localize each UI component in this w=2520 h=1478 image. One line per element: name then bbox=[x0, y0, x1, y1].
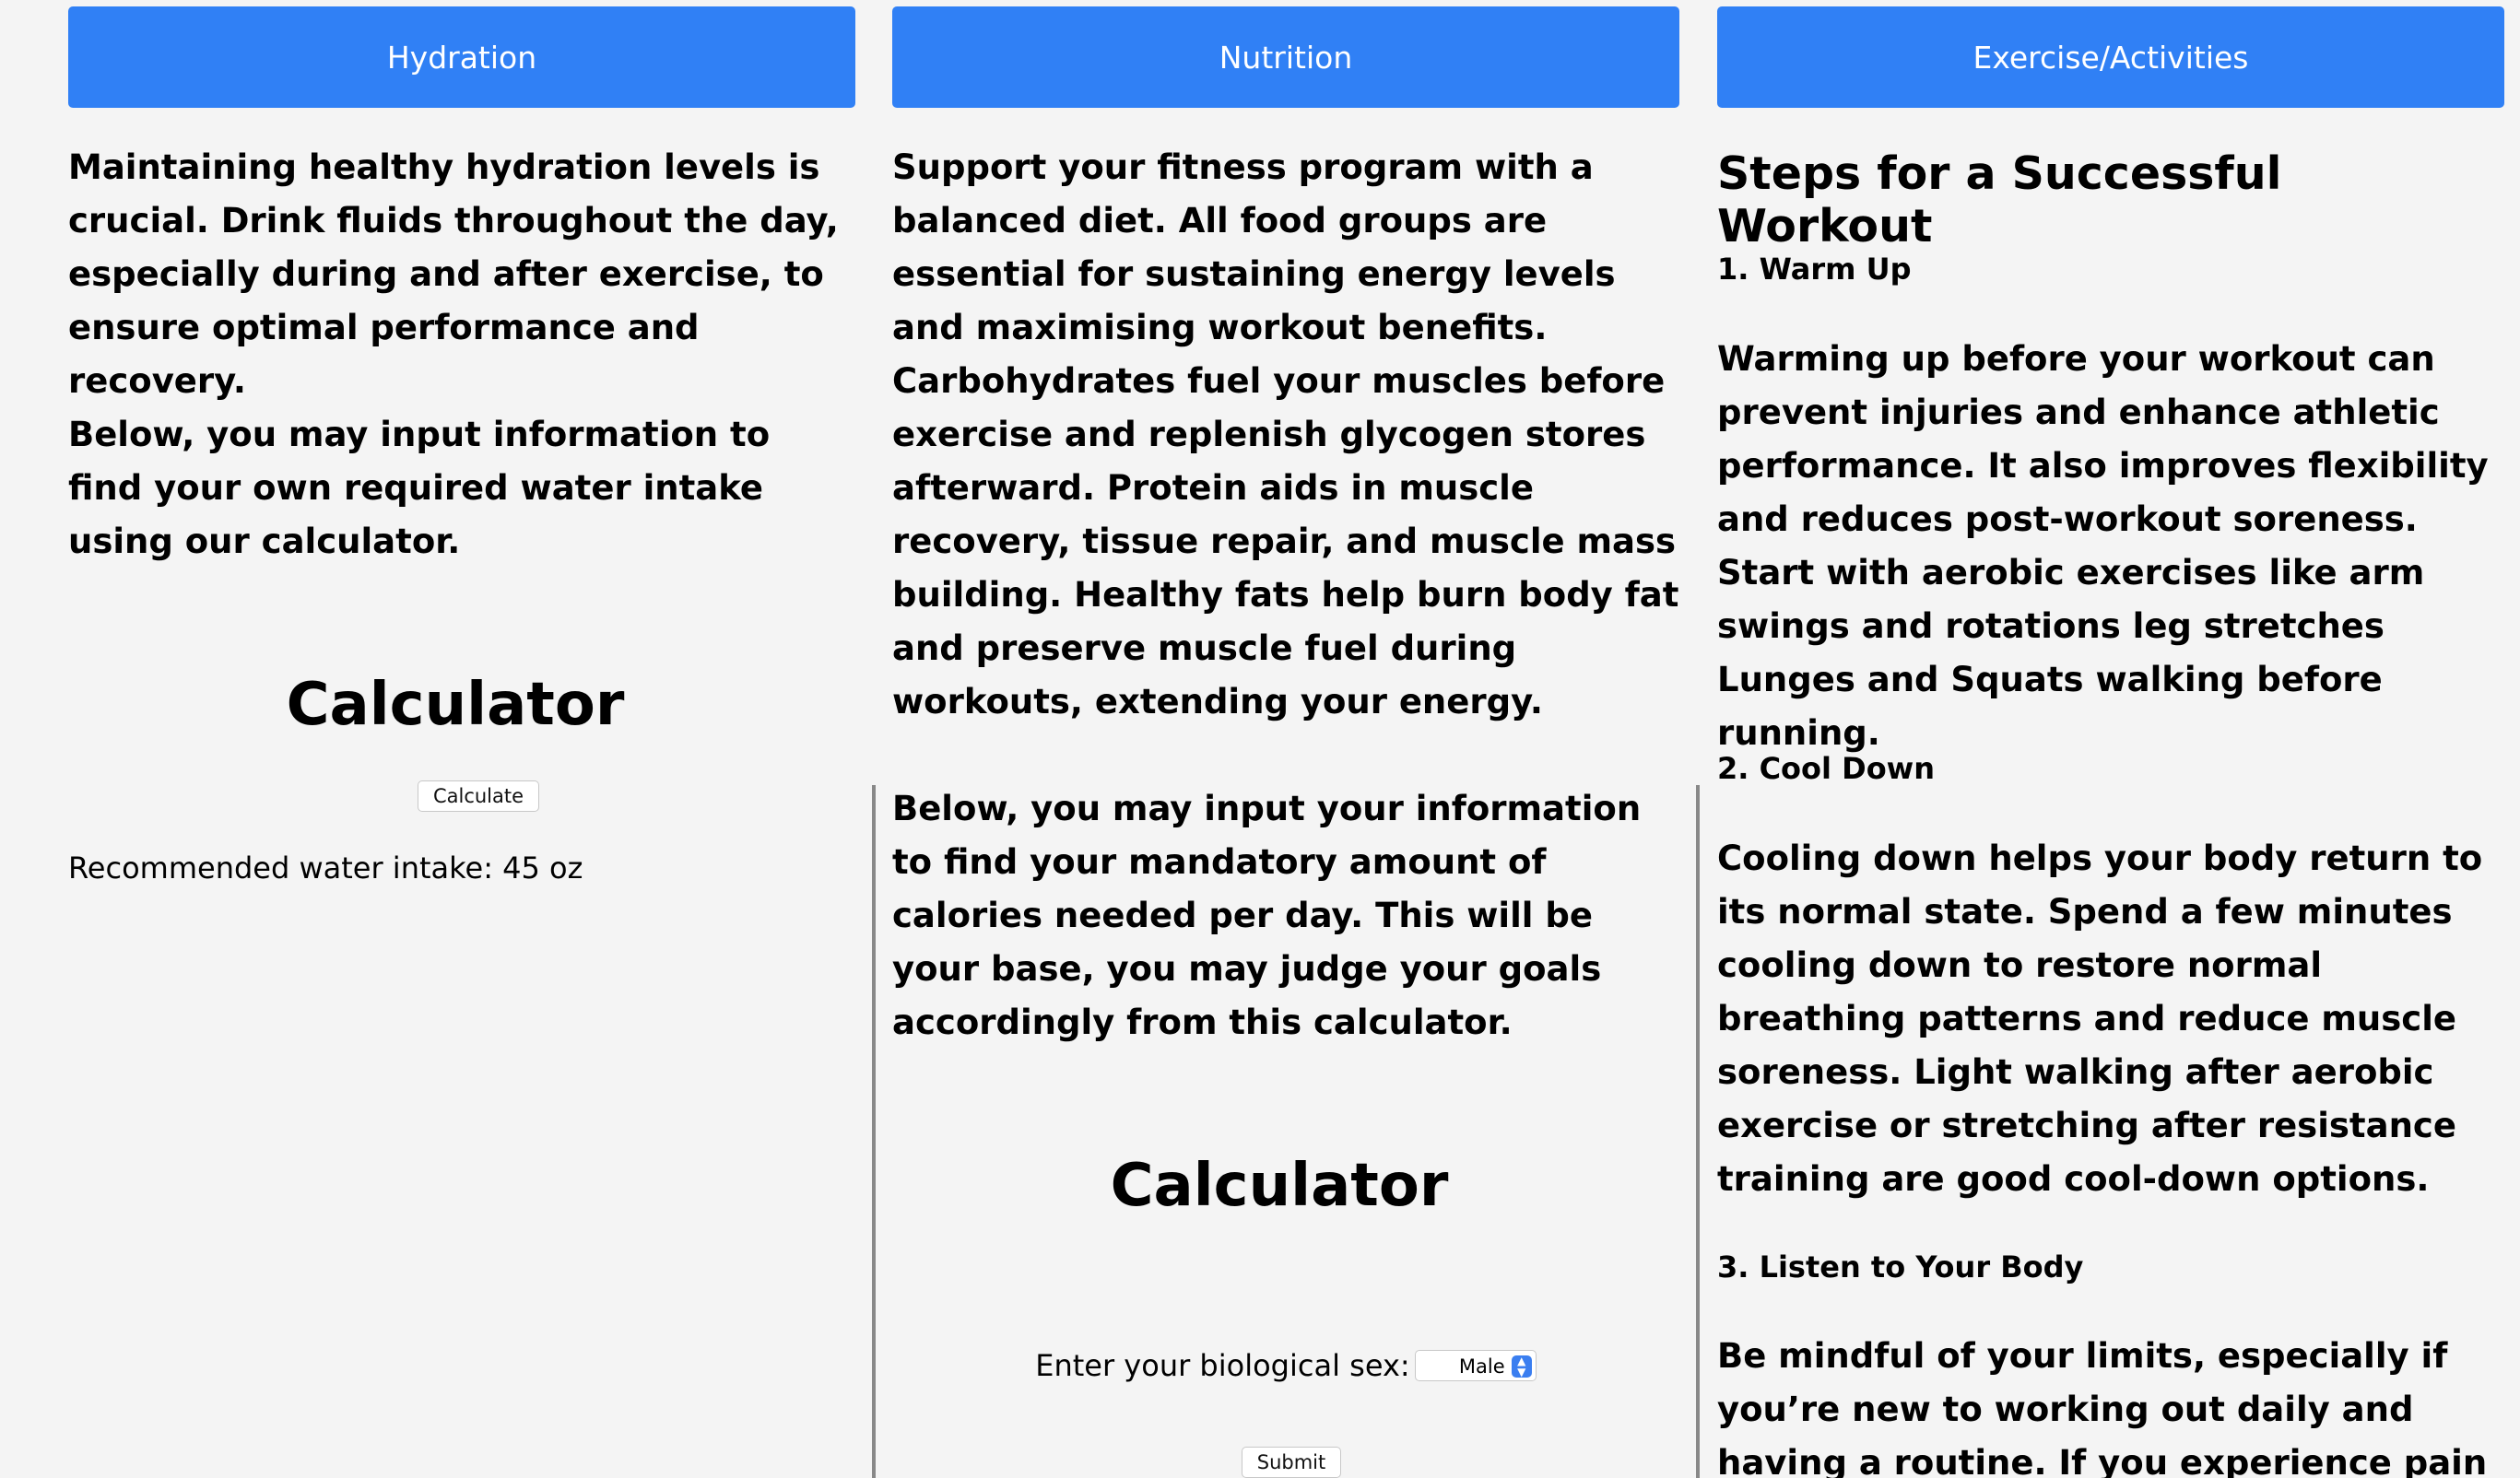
water-intake-result: Recommended water intake: 45 oz bbox=[68, 850, 583, 886]
select-chevrons-icon: ▲ ▼ bbox=[1511, 1355, 1532, 1378]
tab-nutrition[interactable]: Nutrition bbox=[892, 6, 1679, 108]
page: Hydration Maintaining healthy hydration … bbox=[0, 0, 2520, 1478]
sex-field-row: Enter your biological sex: Male ▲ ▼ bbox=[892, 1348, 1679, 1383]
step-warm-up-title: 1. Warm Up bbox=[1717, 252, 1912, 287]
hydration-column: Hydration Maintaining healthy hydration … bbox=[68, 0, 855, 1478]
submit-wrap: Submit bbox=[892, 1447, 1690, 1478]
column-divider-left bbox=[872, 785, 876, 1478]
tab-exercise[interactable]: Exercise/Activities bbox=[1717, 6, 2504, 108]
hydration-intro: Maintaining healthy hydration levels is … bbox=[68, 147, 839, 401]
workout-steps-heading: Steps for a Successful Workout bbox=[1717, 147, 2282, 252]
step-listen-text: Be mindful of your limits, especially if… bbox=[1717, 1336, 2488, 1478]
hydration-calculator-title: Calculator bbox=[286, 671, 625, 739]
step-cool-down-title: 2. Cool Down bbox=[1717, 751, 1936, 786]
column-divider-right bbox=[1696, 785, 1700, 1478]
step-listen-title: 3. Listen to Your Body bbox=[1717, 1249, 2084, 1284]
step-warm-up-text: Warming up before your workout can preve… bbox=[1717, 339, 2489, 753]
hydration-input-note: Below, you may input information to find… bbox=[68, 415, 771, 561]
submit-button[interactable]: Submit bbox=[1241, 1447, 1342, 1478]
nutrition-intro: Support your fitness program with a bala… bbox=[892, 147, 1679, 721]
exercise-column: Exercise/Activities Steps for a Successf… bbox=[1717, 0, 2504, 1478]
step-cool-down-text: Cooling down helps your body return to i… bbox=[1717, 839, 2483, 1199]
sex-select-value: Male bbox=[1458, 1355, 1505, 1378]
nutrition-input-note: Below, you may input your information to… bbox=[892, 789, 1642, 1042]
hydration-calculate-wrap: Calculate bbox=[68, 780, 889, 812]
nutrition-column: Nutrition Support your fitness program w… bbox=[892, 0, 1679, 1478]
calculate-button[interactable]: Calculate bbox=[417, 780, 540, 812]
sex-label: Enter your biological sex: bbox=[1035, 1348, 1410, 1383]
nutrition-calculator-title: Calculator bbox=[1110, 1152, 1449, 1220]
sex-select[interactable]: Male ▲ ▼ bbox=[1414, 1350, 1537, 1381]
tab-hydration[interactable]: Hydration bbox=[68, 6, 855, 108]
